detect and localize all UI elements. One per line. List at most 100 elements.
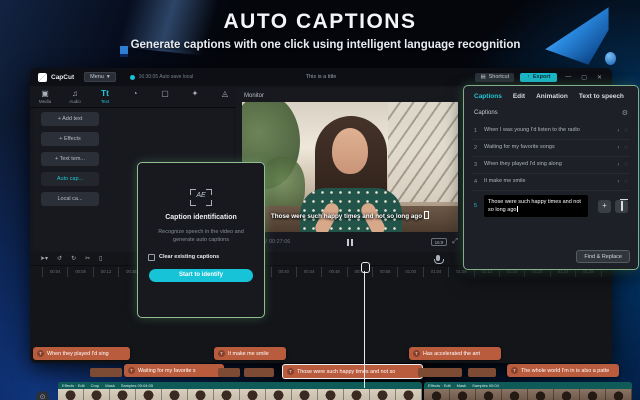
ruler-tick: 00:44 — [296, 267, 321, 277]
autosave-status-icon — [130, 75, 135, 80]
tab-audio[interactable]: ♫ Audio — [60, 89, 90, 104]
caption-track-item[interactable] — [418, 368, 462, 377]
video-preview[interactable]: Those were such happy times and not so l… — [242, 102, 458, 232]
menu-button[interactable]: Menu ▾ — [84, 72, 116, 82]
close-button[interactable]: ✕ — [595, 74, 604, 81]
chevron-right-icon[interactable]: › — [617, 179, 619, 185]
caption-row-selected[interactable]: 5 Those were such happy times and not so… — [472, 191, 630, 222]
ae-glyph: AE — [190, 192, 212, 199]
ruler-tick: 01:04 — [423, 267, 448, 277]
chevron-right-icon[interactable]: › — [617, 145, 619, 151]
gear-icon[interactable]: ⚙ — [622, 109, 628, 117]
caption-track-item[interactable] — [90, 368, 122, 377]
checkbox-label: Clear existing captions — [159, 254, 219, 260]
microphone-icon[interactable] — [436, 255, 440, 261]
video-thumbnail — [476, 389, 502, 400]
tab-text[interactable]: Tt Text — [90, 89, 120, 104]
caption-overlay: Those were such happy times and not so l… — [242, 211, 458, 220]
sidebar-item-local-captions[interactable]: Local ca... — [41, 192, 99, 206]
caption-row[interactable]: 2 Waiting for my favorite songs › ◌ — [472, 140, 630, 157]
app-name: CapCut — [51, 74, 74, 81]
find-replace-button[interactable]: Find & Replace — [576, 250, 630, 263]
aspect-ratio-button[interactable]: 16:9 — [431, 238, 448, 246]
caption-bubble-selected[interactable]: T Those were such happy times and not so — [282, 364, 423, 379]
chevron-right-icon[interactable]: › — [617, 128, 619, 134]
caption-bubble[interactable]: T It make me smile — [214, 347, 286, 360]
clear-existing-captions-row[interactable]: Clear existing captions — [148, 254, 264, 261]
tab-edit[interactable]: Edit — [513, 93, 525, 100]
pause-button[interactable] — [347, 239, 353, 246]
video-clip[interactable]: Effects · Edit Mask Samples 00:04 — [424, 382, 632, 400]
caption-row[interactable]: 3 When they played I'd sing along ›◌ — [472, 157, 630, 174]
banner-title: AUTO CAPTIONS — [0, 10, 640, 34]
audio-icon: ♫ — [60, 89, 90, 98]
caption-row-text: Waiting for my favorite songs — [484, 144, 596, 152]
video-clip[interactable]: Effects · Edit Crop Mask Samples 00:04:0… — [58, 382, 422, 400]
circle-icon[interactable]: ◌ — [624, 162, 628, 168]
tab-animation[interactable]: Animation — [536, 93, 568, 100]
circle-icon[interactable]: ◌ — [624, 145, 628, 151]
autosave-text: 16:30:05 Auto save local — [139, 74, 194, 80]
caption-bubble[interactable]: T Has accelerated the arri — [409, 347, 501, 360]
clip-label: Effects · Edit Mask Samples 00:04 — [424, 382, 632, 389]
tab-text-to-speech[interactable]: Text to speech — [579, 93, 624, 100]
playhead-line[interactable] — [364, 271, 365, 388]
playhead-handle[interactable] — [361, 262, 370, 273]
tab-effects[interactable]: ✦ — [180, 89, 210, 98]
caption-bubble[interactable]: T Waiting for my favorite s — [124, 364, 224, 377]
tab-captions[interactable]: Captions — [474, 93, 502, 100]
maximize-button[interactable]: ▢ — [579, 74, 589, 81]
sidebar-item-text-templates[interactable]: + Text tem... — [41, 152, 99, 166]
effects-icon: ✦ — [180, 89, 210, 98]
sidebar-item-auto-captions[interactable]: Auto cap... — [41, 172, 99, 186]
caption-cursor — [424, 211, 429, 219]
trash-icon — [621, 201, 623, 211]
fullscreen-icon[interactable]: ⤢ — [452, 238, 458, 246]
video-thumbnail — [240, 389, 266, 400]
add-caption-button[interactable]: + — [598, 200, 611, 213]
split-button[interactable]: ✂ — [85, 255, 90, 262]
caption-track-item[interactable] — [244, 368, 274, 377]
chevron-right-icon[interactable]: › — [617, 162, 619, 168]
sidebar-item-add-text[interactable]: + Add text — [41, 112, 99, 126]
caption-overlay-text: Those were such happy times and not so l… — [271, 213, 422, 220]
video-thumbnail — [528, 389, 554, 400]
caption-row[interactable]: 1 When I was young I'd listen to the rad… — [472, 123, 630, 140]
tab-sticker[interactable]: ◔ — [120, 89, 150, 98]
clip-tag: Samples 00:04:05 — [121, 383, 153, 388]
shortcut-button[interactable]: ▤ Shortcut — [475, 73, 514, 82]
track-toggle-button[interactable]: ⊙ — [36, 391, 49, 400]
ruler-tick: 01:00 — [397, 267, 422, 277]
staircase-graphic — [388, 102, 458, 202]
caption-icon: T — [413, 350, 420, 357]
redo-button[interactable]: ↻ — [71, 255, 76, 262]
undo-button[interactable]: ↺ — [57, 255, 62, 262]
tab-media[interactable]: ▣ Media — [30, 89, 60, 104]
circle-icon[interactable]: ◌ — [624, 179, 628, 185]
caption-edit-field[interactable]: Those were such happy times and not so l… — [484, 195, 588, 218]
sidebar-item-effects[interactable]: + Effects — [41, 132, 99, 146]
start-to-identify-button[interactable]: Start to identify — [149, 269, 253, 282]
caption-row-number: 2 — [474, 145, 484, 151]
clip-tag: Mask — [457, 383, 467, 388]
caption-bubble-text: Has accelerated the arri — [423, 351, 480, 357]
caption-bubble[interactable]: T When they played I'd sing — [33, 347, 130, 360]
tab-text-label: Text — [90, 99, 120, 104]
caption-track-item[interactable] — [218, 368, 240, 377]
delete-caption-button[interactable] — [615, 200, 628, 213]
delete-button[interactable]: ▯ — [99, 255, 102, 262]
clip-label: Effects · Edit Crop Mask Samples 00:04:0… — [58, 382, 422, 389]
video-thumbnail — [136, 389, 162, 400]
caption-row[interactable]: 4 It make me smile ›◌ — [472, 174, 630, 191]
caption-row-text: It make me smile — [484, 178, 596, 186]
caption-bubble[interactable]: T The whole world I'm in is also a patte — [507, 364, 619, 377]
tab-overlay[interactable]: ▢ — [150, 89, 180, 98]
media-icon: ▣ — [30, 89, 60, 98]
circle-icon[interactable]: ◌ — [624, 128, 628, 134]
select-tool-button[interactable]: ➤▾ — [40, 255, 48, 262]
export-button[interactable]: ↑ Export — [520, 73, 557, 82]
checkbox-icon[interactable] — [148, 254, 155, 261]
caption-track-item[interactable] — [468, 368, 496, 377]
keyboard-icon: ▤ — [480, 74, 485, 80]
minimize-button[interactable]: — — [563, 74, 573, 80]
